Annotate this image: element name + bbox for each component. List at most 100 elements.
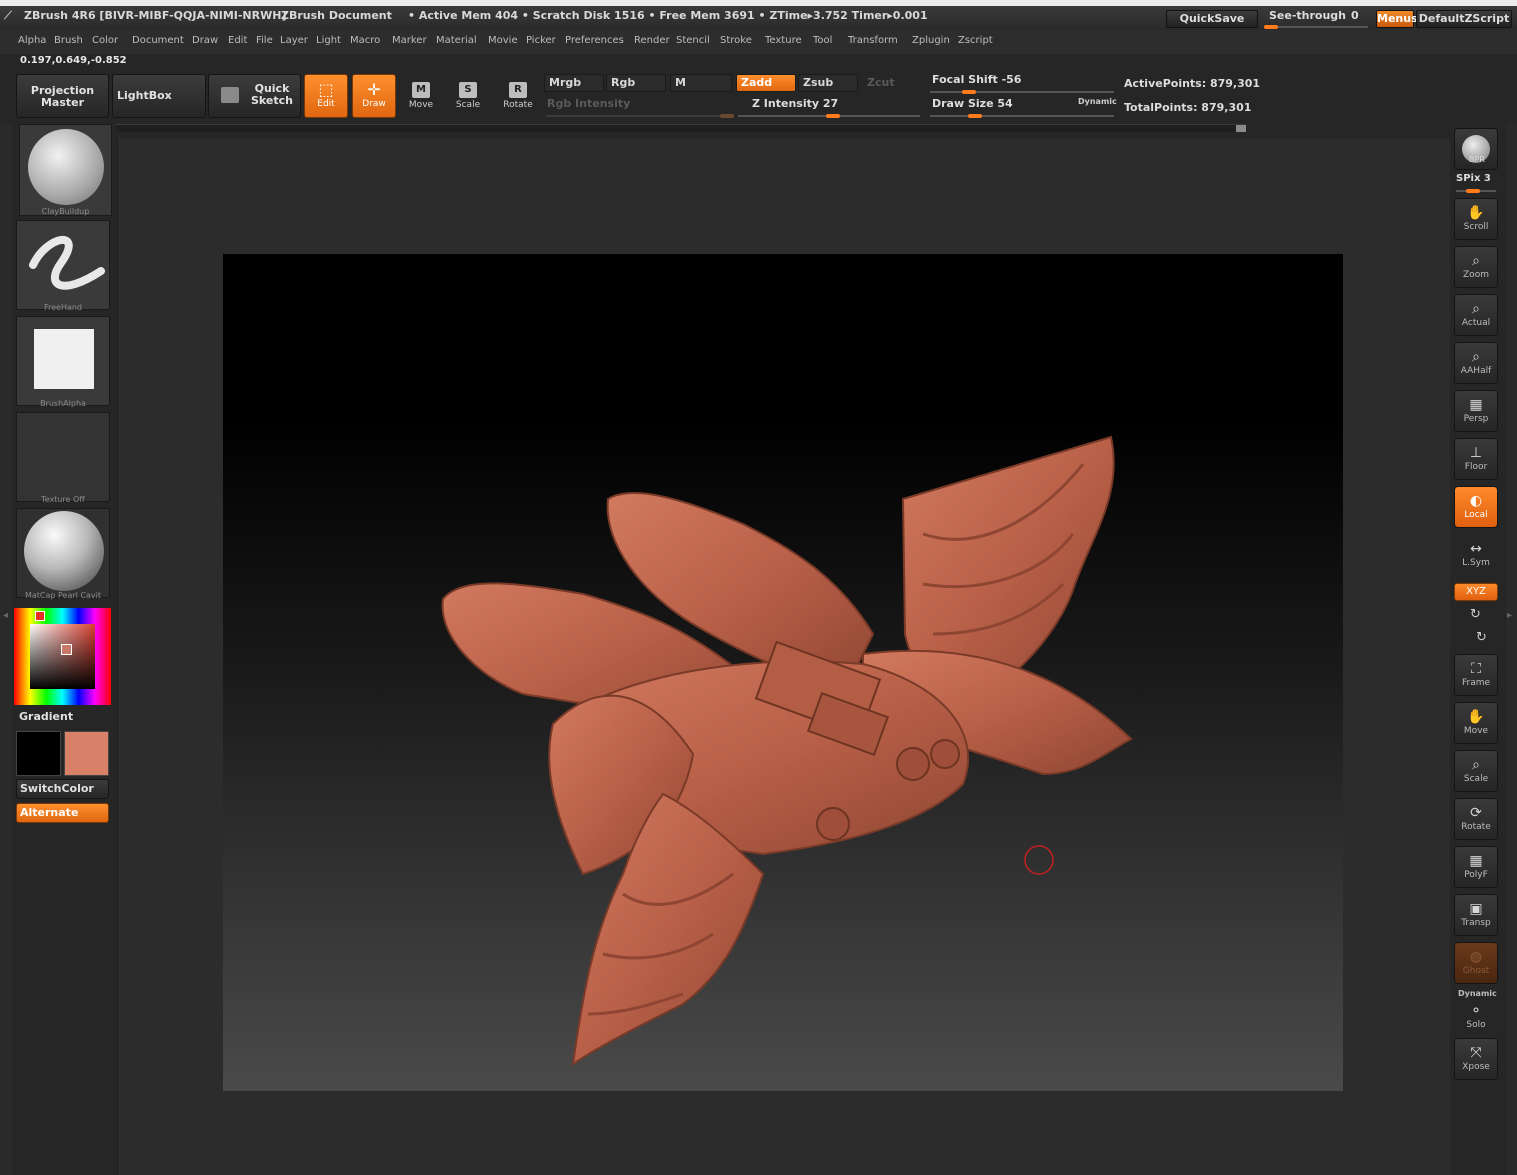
aahalf-button[interactable]: ⌕ AAHalf — [1454, 342, 1498, 384]
rgb-intensity-knob[interactable] — [720, 114, 734, 118]
move-mode-button[interactable]: M Move — [400, 76, 442, 118]
rotate-y-icon[interactable]: ↻ — [1470, 607, 1481, 622]
alpha-thumbnail[interactable] — [16, 316, 110, 406]
focal-shift-knob[interactable] — [962, 90, 976, 94]
lightbox-button[interactable]: LightBox — [112, 74, 206, 118]
menu-document[interactable]: Document — [132, 35, 184, 46]
local-button[interactable]: ◐ Local — [1454, 486, 1498, 528]
menu-texture[interactable]: Texture — [765, 35, 802, 46]
menu-zplugin[interactable]: Zplugin — [912, 35, 950, 46]
see-through-slider[interactable]: See-through 0 — [1262, 9, 1370, 29]
scale-label: Scale — [455, 100, 481, 110]
frame-button[interactable]: ⛶ Frame — [1454, 654, 1498, 696]
menu-preferences[interactable]: Preferences — [565, 35, 624, 46]
draw-size-knob[interactable] — [968, 114, 982, 118]
menu-file[interactable]: File — [256, 35, 273, 46]
hue-marker[interactable] — [35, 611, 45, 621]
brush-thumbnail[interactable] — [19, 124, 112, 216]
mrgb-button[interactable]: Mrgb — [544, 74, 604, 92]
menu-alpha[interactable]: Alpha — [18, 35, 46, 46]
spix-knob[interactable] — [1466, 189, 1480, 193]
zoom-button[interactable]: ⌕ Zoom — [1454, 246, 1498, 288]
menu-draw[interactable]: Draw — [192, 35, 218, 46]
top-shelf-scroll-handle[interactable] — [1236, 125, 1246, 132]
rotate-mode-button[interactable]: R Rotate — [497, 76, 539, 118]
xpose-button[interactable]: ⤧ Xpose — [1454, 1038, 1498, 1080]
menu-edit[interactable]: Edit — [228, 35, 247, 46]
right-tray-arrow-icon[interactable]: ▸ — [1507, 610, 1512, 621]
switch-color-button[interactable]: SwitchColor — [16, 779, 109, 799]
left-tray-edge[interactable] — [0, 124, 12, 1175]
edit-icon: ⬚ — [318, 80, 334, 99]
menu-marker[interactable]: Marker — [392, 35, 427, 46]
zsub-button[interactable]: Zsub — [798, 74, 858, 92]
z-intensity-knob[interactable] — [826, 114, 840, 118]
bpr-button[interactable]: BPR — [1454, 128, 1498, 170]
floor-button[interactable]: ⊥ Floor — [1454, 438, 1498, 480]
right-tray-edge[interactable] — [1506, 124, 1517, 1175]
menu-stencil[interactable]: Stencil — [676, 35, 710, 46]
scale-view-button[interactable]: ⌕ Scale — [1454, 750, 1498, 792]
menu-layer[interactable]: Layer — [280, 35, 308, 46]
edit-mode-button[interactable]: ⬚ Edit — [304, 74, 348, 118]
material-thumbnail[interactable] — [16, 508, 110, 598]
zadd-button[interactable]: Zadd — [736, 74, 796, 92]
default-zscript-button[interactable]: DefaultZScript — [1416, 10, 1512, 28]
move-view-label: Move — [1463, 726, 1489, 736]
draw-mode-button[interactable]: ✛ Draw — [352, 74, 396, 118]
alternate-button[interactable]: Alternate — [16, 803, 109, 823]
projection-master-button[interactable]: Projection Master — [16, 74, 109, 118]
zbrush-logo-icon[interactable]: ⟋ — [4, 9, 12, 23]
document-canvas[interactable] — [223, 254, 1343, 1091]
rgb-intensity-slider[interactable] — [546, 115, 734, 117]
menu-macro[interactable]: Macro — [350, 35, 380, 46]
dynamic-toggle[interactable]: Dynamic — [1078, 97, 1117, 106]
menu-picker[interactable]: Picker — [526, 35, 556, 46]
stroke-thumbnail[interactable] — [16, 220, 110, 310]
quick-sketch-button[interactable]: Quick Sketch — [208, 74, 301, 118]
app-title: ZBrush 4R6 [BIVR-MIBF-QQJA-NIMI-NRWH] — [24, 9, 287, 22]
solo-button[interactable]: ⚬ Solo — [1454, 996, 1498, 1038]
menu-brush[interactable]: Brush — [54, 35, 83, 46]
ghost-button[interactable]: ◍ Ghost — [1454, 942, 1498, 984]
menu-zscript[interactable]: Zscript — [958, 35, 993, 46]
m-button[interactable]: M — [670, 74, 732, 92]
menus-button[interactable]: Menus — [1376, 10, 1418, 28]
gradient-toggle[interactable]: Gradient — [19, 710, 73, 723]
transp-button[interactable]: ▣ Transp — [1454, 894, 1498, 936]
scale-mode-button[interactable]: S Scale — [447, 76, 489, 118]
rotate-z-icon[interactable]: ↻ — [1476, 630, 1487, 645]
polyf-button[interactable]: ▦ PolyF — [1454, 846, 1498, 888]
zcut-button[interactable]: Zcut — [862, 74, 918, 92]
xyz-button[interactable]: XYZ — [1454, 583, 1498, 601]
menu-render[interactable]: Render — [634, 35, 670, 46]
lsym-button[interactable]: ↔ L.Sym — [1454, 534, 1498, 576]
color-picker[interactable] — [14, 608, 111, 705]
menu-tool[interactable]: Tool — [813, 35, 832, 46]
secondary-color-swatch[interactable] — [64, 731, 109, 776]
color-saturation-square[interactable] — [30, 624, 95, 689]
main-color-swatch[interactable] — [16, 731, 61, 776]
menu-color[interactable]: Color — [92, 35, 118, 46]
scroll-button[interactable]: ✋ Scroll — [1454, 198, 1498, 240]
menu-movie[interactable]: Movie — [488, 35, 518, 46]
menu-light[interactable]: Light — [316, 35, 341, 46]
see-through-knob[interactable] — [1264, 25, 1278, 29]
texture-thumbnail[interactable] — [16, 412, 110, 502]
rgb-button[interactable]: Rgb — [606, 74, 666, 92]
quicksave-button[interactable]: QuickSave — [1166, 10, 1258, 28]
color-marker[interactable] — [61, 644, 72, 655]
actual-button[interactable]: ⌕ Actual — [1454, 294, 1498, 336]
rotate-view-button[interactable]: ⟳ Rotate — [1454, 798, 1498, 840]
focal-shift-slider[interactable] — [930, 91, 1114, 93]
menu-transform[interactable]: Transform — [848, 35, 898, 46]
menu-stroke[interactable]: Stroke — [720, 35, 752, 46]
dragon-model[interactable] — [223, 254, 1343, 1091]
menu-material[interactable]: Material — [436, 35, 477, 46]
persp-button[interactable]: ▦ Persp — [1454, 390, 1498, 432]
left-tray-arrow-icon[interactable]: ◂ — [3, 610, 8, 621]
move-view-button[interactable]: ✋ Move — [1454, 702, 1498, 744]
top-shelf-scrollbar[interactable] — [116, 124, 1246, 132]
draw-size-slider[interactable] — [930, 115, 1114, 117]
move-label: Move — [408, 100, 434, 110]
